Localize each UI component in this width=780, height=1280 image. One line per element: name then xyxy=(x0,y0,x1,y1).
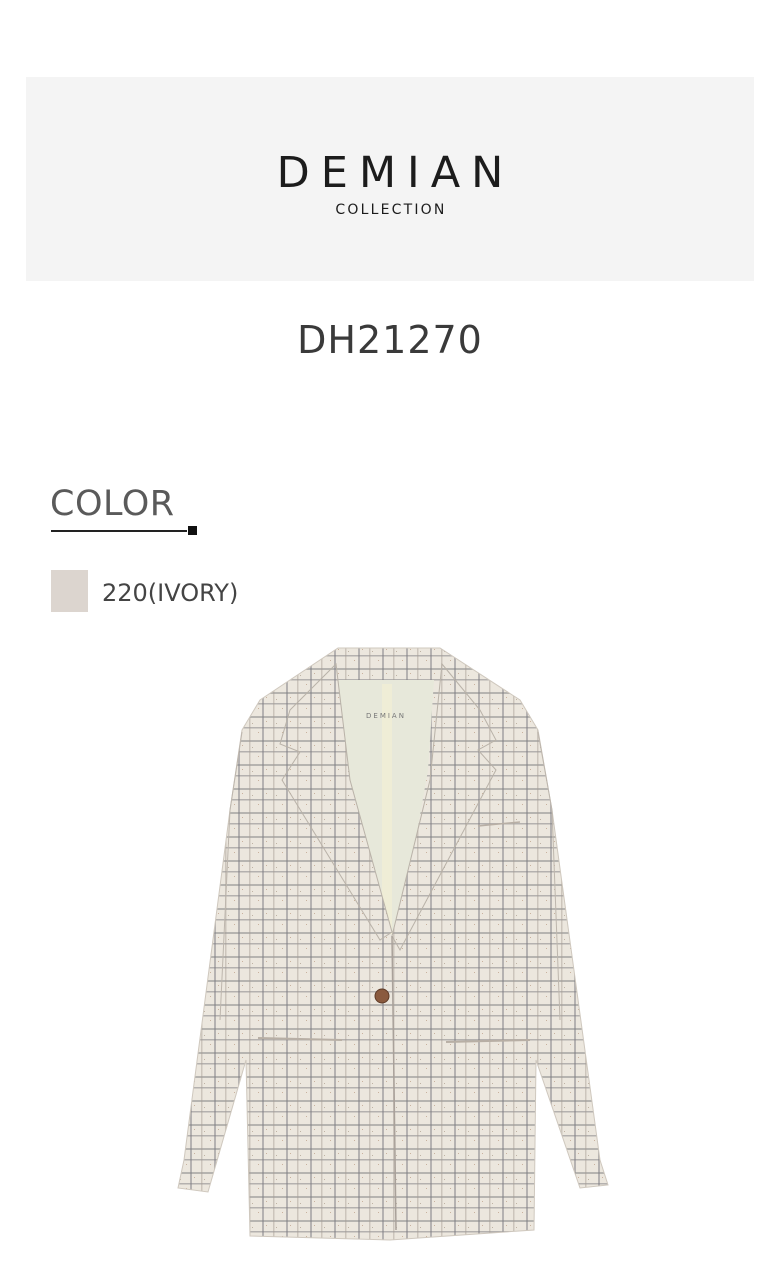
brand-subtitle: COLLECTION xyxy=(335,202,447,218)
color-swatch-ivory[interactable] xyxy=(51,570,88,612)
brand-banner: DEMIAN COLLECTION xyxy=(26,77,754,281)
inner-label-text: DEMIAN xyxy=(366,712,406,720)
color-section-heading: COLOR xyxy=(50,484,175,524)
product-code: DH21270 xyxy=(297,318,483,362)
color-heading-underline-dot xyxy=(188,526,197,535)
tweed-jacket-image: DEMIAN xyxy=(177,647,609,1241)
color-option-label[interactable]: 220(IVORY) xyxy=(102,578,238,608)
brand-logo: DEMIAN xyxy=(276,148,515,198)
color-heading-underline xyxy=(51,530,187,532)
